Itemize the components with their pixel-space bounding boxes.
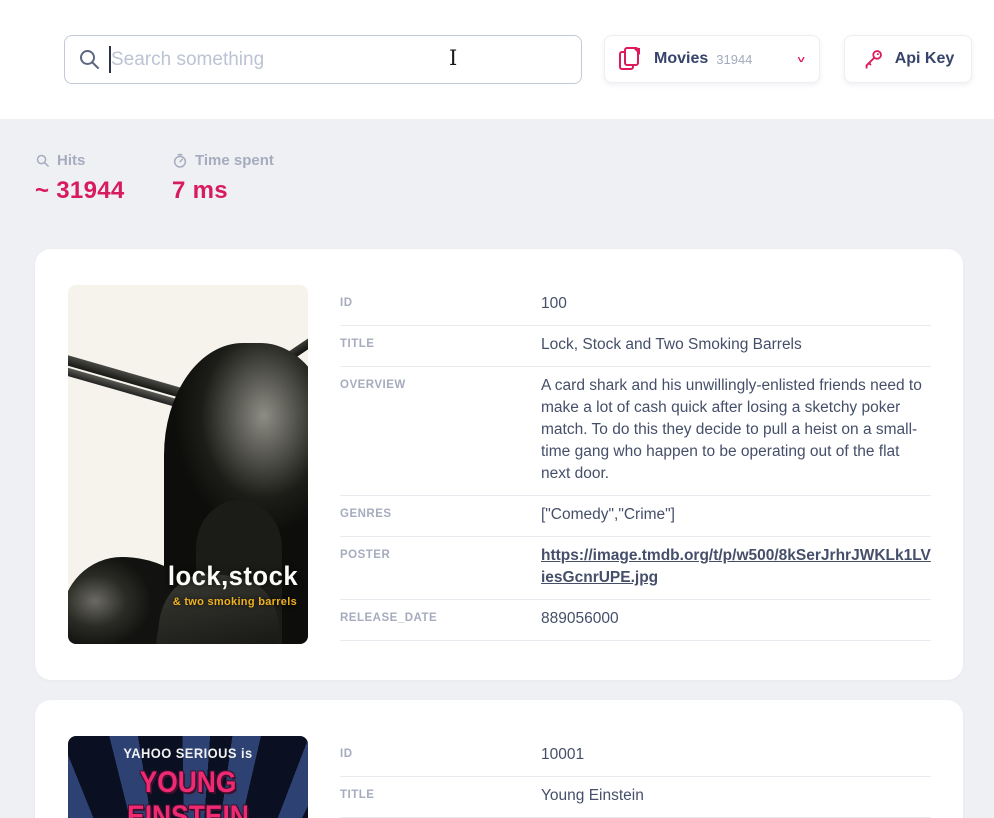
time-spent-value: 7 ms: [172, 177, 274, 205]
field-value: https://image.tmdb.org/t/p/w500/8kSerJrh…: [541, 545, 931, 589]
hits-search-icon: [35, 153, 50, 168]
field-list: ID 10001 TITLE Young Einstein OVERVIEW A…: [340, 736, 931, 818]
field-label: OVERVIEW: [340, 375, 541, 485]
field-value: A card shark and his unwillingly-enliste…: [541, 375, 931, 485]
text-caret: [109, 46, 111, 73]
field-row: OVERVIEW A card shark and his unwillingl…: [340, 367, 931, 496]
field-row: ID 100: [340, 285, 931, 326]
api-key-label: Api Key: [895, 50, 955, 68]
search-box: [64, 35, 582, 84]
field-row: ID 10001: [340, 736, 931, 777]
field-row: TITLE Lock, Stock and Two Smoking Barrel…: [340, 326, 931, 367]
hits-value: ~ 31944: [35, 177, 172, 205]
field-label: ID: [340, 744, 541, 766]
stopwatch-icon: [172, 153, 188, 169]
mouse-cursor-ibeam: I: [449, 46, 457, 70]
field-value: ["Comedy","Crime"]: [541, 504, 931, 526]
time-spent-label: Time spent: [195, 152, 274, 169]
field-value: 889056000: [541, 608, 931, 630]
field-label: GENRES: [340, 504, 541, 526]
time-stat: Time spent 7 ms: [172, 152, 274, 205]
hits-stat: Hits ~ 31944: [35, 152, 172, 205]
key-icon: [862, 48, 884, 70]
search-icon: [77, 47, 101, 71]
result-card: lock,stock & two smoking barrels ID 100 …: [35, 249, 963, 680]
api-key-button[interactable]: Api Key: [844, 35, 972, 83]
search-stats: Hits ~ 31944 Time spent 7 ms: [0, 119, 994, 205]
poster-title-line1: YAHOO SERIOUS is: [78, 745, 299, 761]
field-label: TITLE: [340, 785, 541, 807]
field-row: TITLE Young Einstein: [340, 777, 931, 818]
field-label: TITLE: [340, 334, 541, 356]
movie-poster: YAHOO SERIOUS is YOUNG EINSTEIN: [68, 736, 308, 818]
field-row: POSTER https://image.tmdb.org/t/p/w500/8…: [340, 537, 931, 600]
field-row: GENRES ["Comedy","Crime"]: [340, 496, 931, 537]
top-header: Movies 31944 ˅ Api Key I: [0, 0, 994, 119]
field-list: ID 100 TITLE Lock, Stock and Two Smoking…: [340, 285, 931, 644]
field-value: Lock, Stock and Two Smoking Barrels: [541, 334, 931, 356]
field-value: 100: [541, 293, 931, 315]
results-list: lock,stock & two smoking barrels ID 100 …: [0, 249, 994, 818]
result-card: YAHOO SERIOUS is YOUNG EINSTEIN ID 10001…: [35, 700, 963, 818]
index-selector-button[interactable]: Movies 31944 ˅: [604, 35, 820, 83]
field-label: RELEASE_DATE: [340, 608, 541, 630]
poster-title-line2: YOUNG EINSTEIN: [82, 766, 293, 818]
hits-label: Hits: [57, 152, 85, 169]
index-name: Movies: [654, 50, 708, 68]
field-label: POSTER: [340, 545, 541, 589]
index-doc-count: 31944: [716, 52, 752, 67]
poster-url-link[interactable]: https://image.tmdb.org/t/p/w500/8kSerJrh…: [541, 547, 931, 586]
field-value: 10001: [541, 744, 931, 766]
poster-title-line2: & two smoking barrels: [173, 596, 297, 608]
chevron-down-icon: ˅: [797, 53, 805, 65]
search-input[interactable]: [64, 35, 582, 84]
field-label: ID: [340, 293, 541, 315]
documents-icon: [619, 47, 641, 71]
poster-title-line1: lock,stock: [168, 561, 298, 592]
field-value: Young Einstein: [541, 785, 931, 807]
field-row: RELEASE_DATE 889056000: [340, 600, 931, 641]
movie-poster: lock,stock & two smoking barrels: [68, 285, 308, 644]
